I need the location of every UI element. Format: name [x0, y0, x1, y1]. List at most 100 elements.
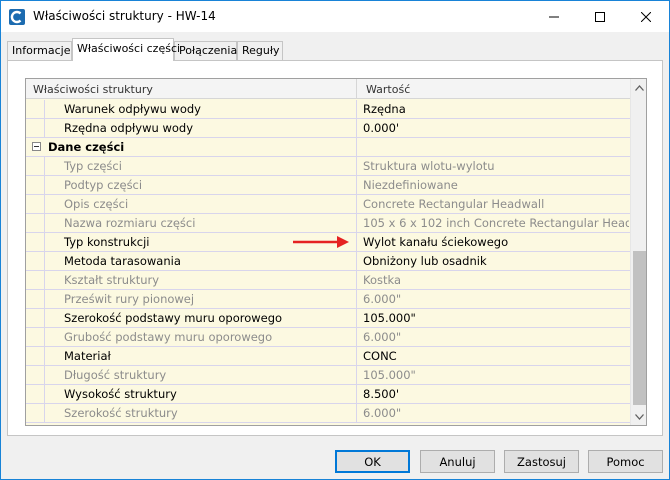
- tab-connections[interactable]: Połączenia: [174, 41, 237, 60]
- row-divider: [356, 309, 357, 328]
- row-divider: [356, 176, 357, 195]
- property-row[interactable]: Warunek odpływu wody Rzędna: [26, 100, 630, 119]
- property-value[interactable]: Obniżony lub osadnik: [363, 254, 629, 268]
- property-name: Wysokość struktury: [64, 387, 177, 401]
- row-indent: [26, 328, 45, 346]
- property-value: Kostka: [363, 273, 402, 287]
- property-name: Kształt struktury: [64, 273, 160, 287]
- row-indent: [26, 347, 45, 365]
- row-indent: [26, 309, 45, 327]
- property-value: 105 x 6 x 102 inch Concrete Rectangular …: [363, 216, 629, 230]
- scroll-up-button[interactable]: [631, 79, 646, 96]
- grid-rows: Warunek odpływu wody Rzędna Rzędna odpływu…: [26, 100, 630, 423]
- row-divider: [356, 252, 357, 271]
- row-indent: [26, 233, 45, 251]
- property-name: Podtyp części: [64, 178, 143, 192]
- row-indent: [26, 366, 45, 384]
- row-divider: [356, 100, 357, 119]
- collapse-toggle-icon[interactable]: [32, 142, 41, 151]
- property-name: Nazwa rozmiaru części: [64, 216, 196, 230]
- ok-button[interactable]: OK: [335, 450, 410, 473]
- property-row[interactable]: Nazwa rozmiaru części 105 x 6 x 102 inch …: [26, 214, 630, 233]
- property-name: Metoda tarasowania: [64, 254, 181, 268]
- property-value: Niezdefiniowane: [363, 178, 458, 192]
- scroll-thumb[interactable]: [633, 251, 646, 405]
- structure-properties-dialog: Właściwości struktury - HW-14 Informacje…: [0, 0, 670, 480]
- property-value[interactable]: CONC: [363, 349, 629, 363]
- annotation-arrow-icon: [293, 236, 349, 248]
- title-bar[interactable]: Właściwości struktury - HW-14: [1, 1, 669, 32]
- property-row[interactable]: Typ części Struktura wlotu-wylotu: [26, 157, 630, 176]
- civil3d-logo-icon: [9, 9, 25, 25]
- property-value[interactable]: 105.000": [363, 311, 629, 325]
- property-value[interactable]: Wylot kanału ściekowego: [363, 235, 629, 249]
- property-row[interactable]: Opis części Concrete Rectangular Headwall: [26, 195, 630, 214]
- column-header-value[interactable]: Wartość: [366, 83, 410, 96]
- property-name: Długość struktury: [64, 368, 167, 382]
- property-row[interactable]: Grubość podstawy muru oporowego 6.000": [26, 328, 630, 347]
- property-value: Concrete Rectangular Headwall: [363, 197, 545, 211]
- column-divider[interactable]: [356, 79, 357, 99]
- minimize-button[interactable]: [531, 1, 577, 32]
- scroll-down-button[interactable]: [631, 408, 646, 425]
- grid-header: Właściwości struktury Wartość: [26, 79, 630, 99]
- property-value[interactable]: 8.500': [363, 387, 629, 401]
- property-row[interactable]: Wysokość struktury 8.500': [26, 385, 630, 404]
- row-indent: [26, 119, 45, 137]
- column-header-property[interactable]: Właściwości struktury: [33, 83, 153, 96]
- row-divider: [356, 328, 357, 347]
- maximize-button[interactable]: [577, 1, 623, 32]
- row-indent: [26, 290, 45, 308]
- property-row[interactable]: Podtyp części Niezdefiniowane: [26, 176, 630, 195]
- chevron-up-icon: [635, 84, 644, 91]
- minimize-icon: [549, 16, 559, 17]
- row-divider: [356, 195, 357, 214]
- property-name: Materiał: [64, 349, 111, 363]
- tab-rules[interactable]: Reguły: [237, 41, 283, 60]
- property-name: Szerokość podstawy muru oporowego: [64, 311, 283, 325]
- row-divider: [356, 233, 357, 252]
- property-value: 6.000": [363, 330, 402, 344]
- row-indent: [26, 404, 45, 422]
- row-indent: [26, 100, 45, 118]
- help-button[interactable]: Pomoc: [588, 450, 663, 473]
- property-name: Prześwit rury pionowej: [64, 292, 195, 306]
- tab-informacje[interactable]: Informacje: [7, 41, 72, 60]
- property-row[interactable]: Długość struktury 105.000": [26, 366, 630, 385]
- property-name: Typ konstrukcji: [64, 235, 150, 249]
- property-row[interactable]: Szerokość podstawy muru oporowego 105.000…: [26, 309, 630, 328]
- property-name: Szerokość struktury: [64, 406, 178, 420]
- property-name: Typ części: [64, 159, 122, 173]
- property-row[interactable]: Materiał CONC: [26, 347, 630, 366]
- property-row[interactable]: Kształt struktury Kostka: [26, 271, 630, 290]
- property-row[interactable]: Rzędna odpływu wody 0.000': [26, 119, 630, 138]
- property-row[interactable]: Metoda tarasowania Obniżony lub osadnik: [26, 252, 630, 271]
- tab-part-properties[interactable]: Właściwości części: [72, 38, 180, 61]
- maximize-icon: [595, 11, 605, 22]
- property-name: Grubość podstawy muru oporowego: [64, 330, 273, 344]
- row-indent: [26, 385, 45, 403]
- row-divider: [356, 404, 357, 423]
- property-row[interactable]: Szerokość struktury 6.000": [26, 404, 630, 423]
- property-value[interactable]: Rzędna: [363, 102, 629, 116]
- vertical-scrollbar[interactable]: [630, 79, 646, 425]
- row-indent: [26, 176, 45, 194]
- row-divider: [356, 347, 357, 366]
- row-indent: [26, 214, 45, 232]
- property-name: Dane części: [48, 140, 125, 154]
- property-value: 6.000": [363, 406, 402, 420]
- row-divider: [356, 366, 357, 385]
- row-indent: [26, 271, 45, 289]
- row-indent: [26, 195, 45, 213]
- row-divider: [356, 214, 357, 233]
- property-row[interactable]: Prześwit rury pionowej 6.000": [26, 290, 630, 309]
- window-title: Właściwości struktury - HW-14: [33, 9, 216, 23]
- property-value: 105.000": [363, 368, 416, 382]
- property-value[interactable]: 0.000': [363, 121, 629, 135]
- apply-button[interactable]: Zastosuj: [504, 450, 579, 473]
- cancel-button[interactable]: Anuluj: [420, 450, 495, 473]
- property-name: Warunek odpływu wody: [64, 102, 201, 116]
- category-row[interactable]: Dane części: [26, 138, 630, 157]
- property-name: Opis części: [64, 197, 129, 211]
- close-button[interactable]: [623, 1, 669, 32]
